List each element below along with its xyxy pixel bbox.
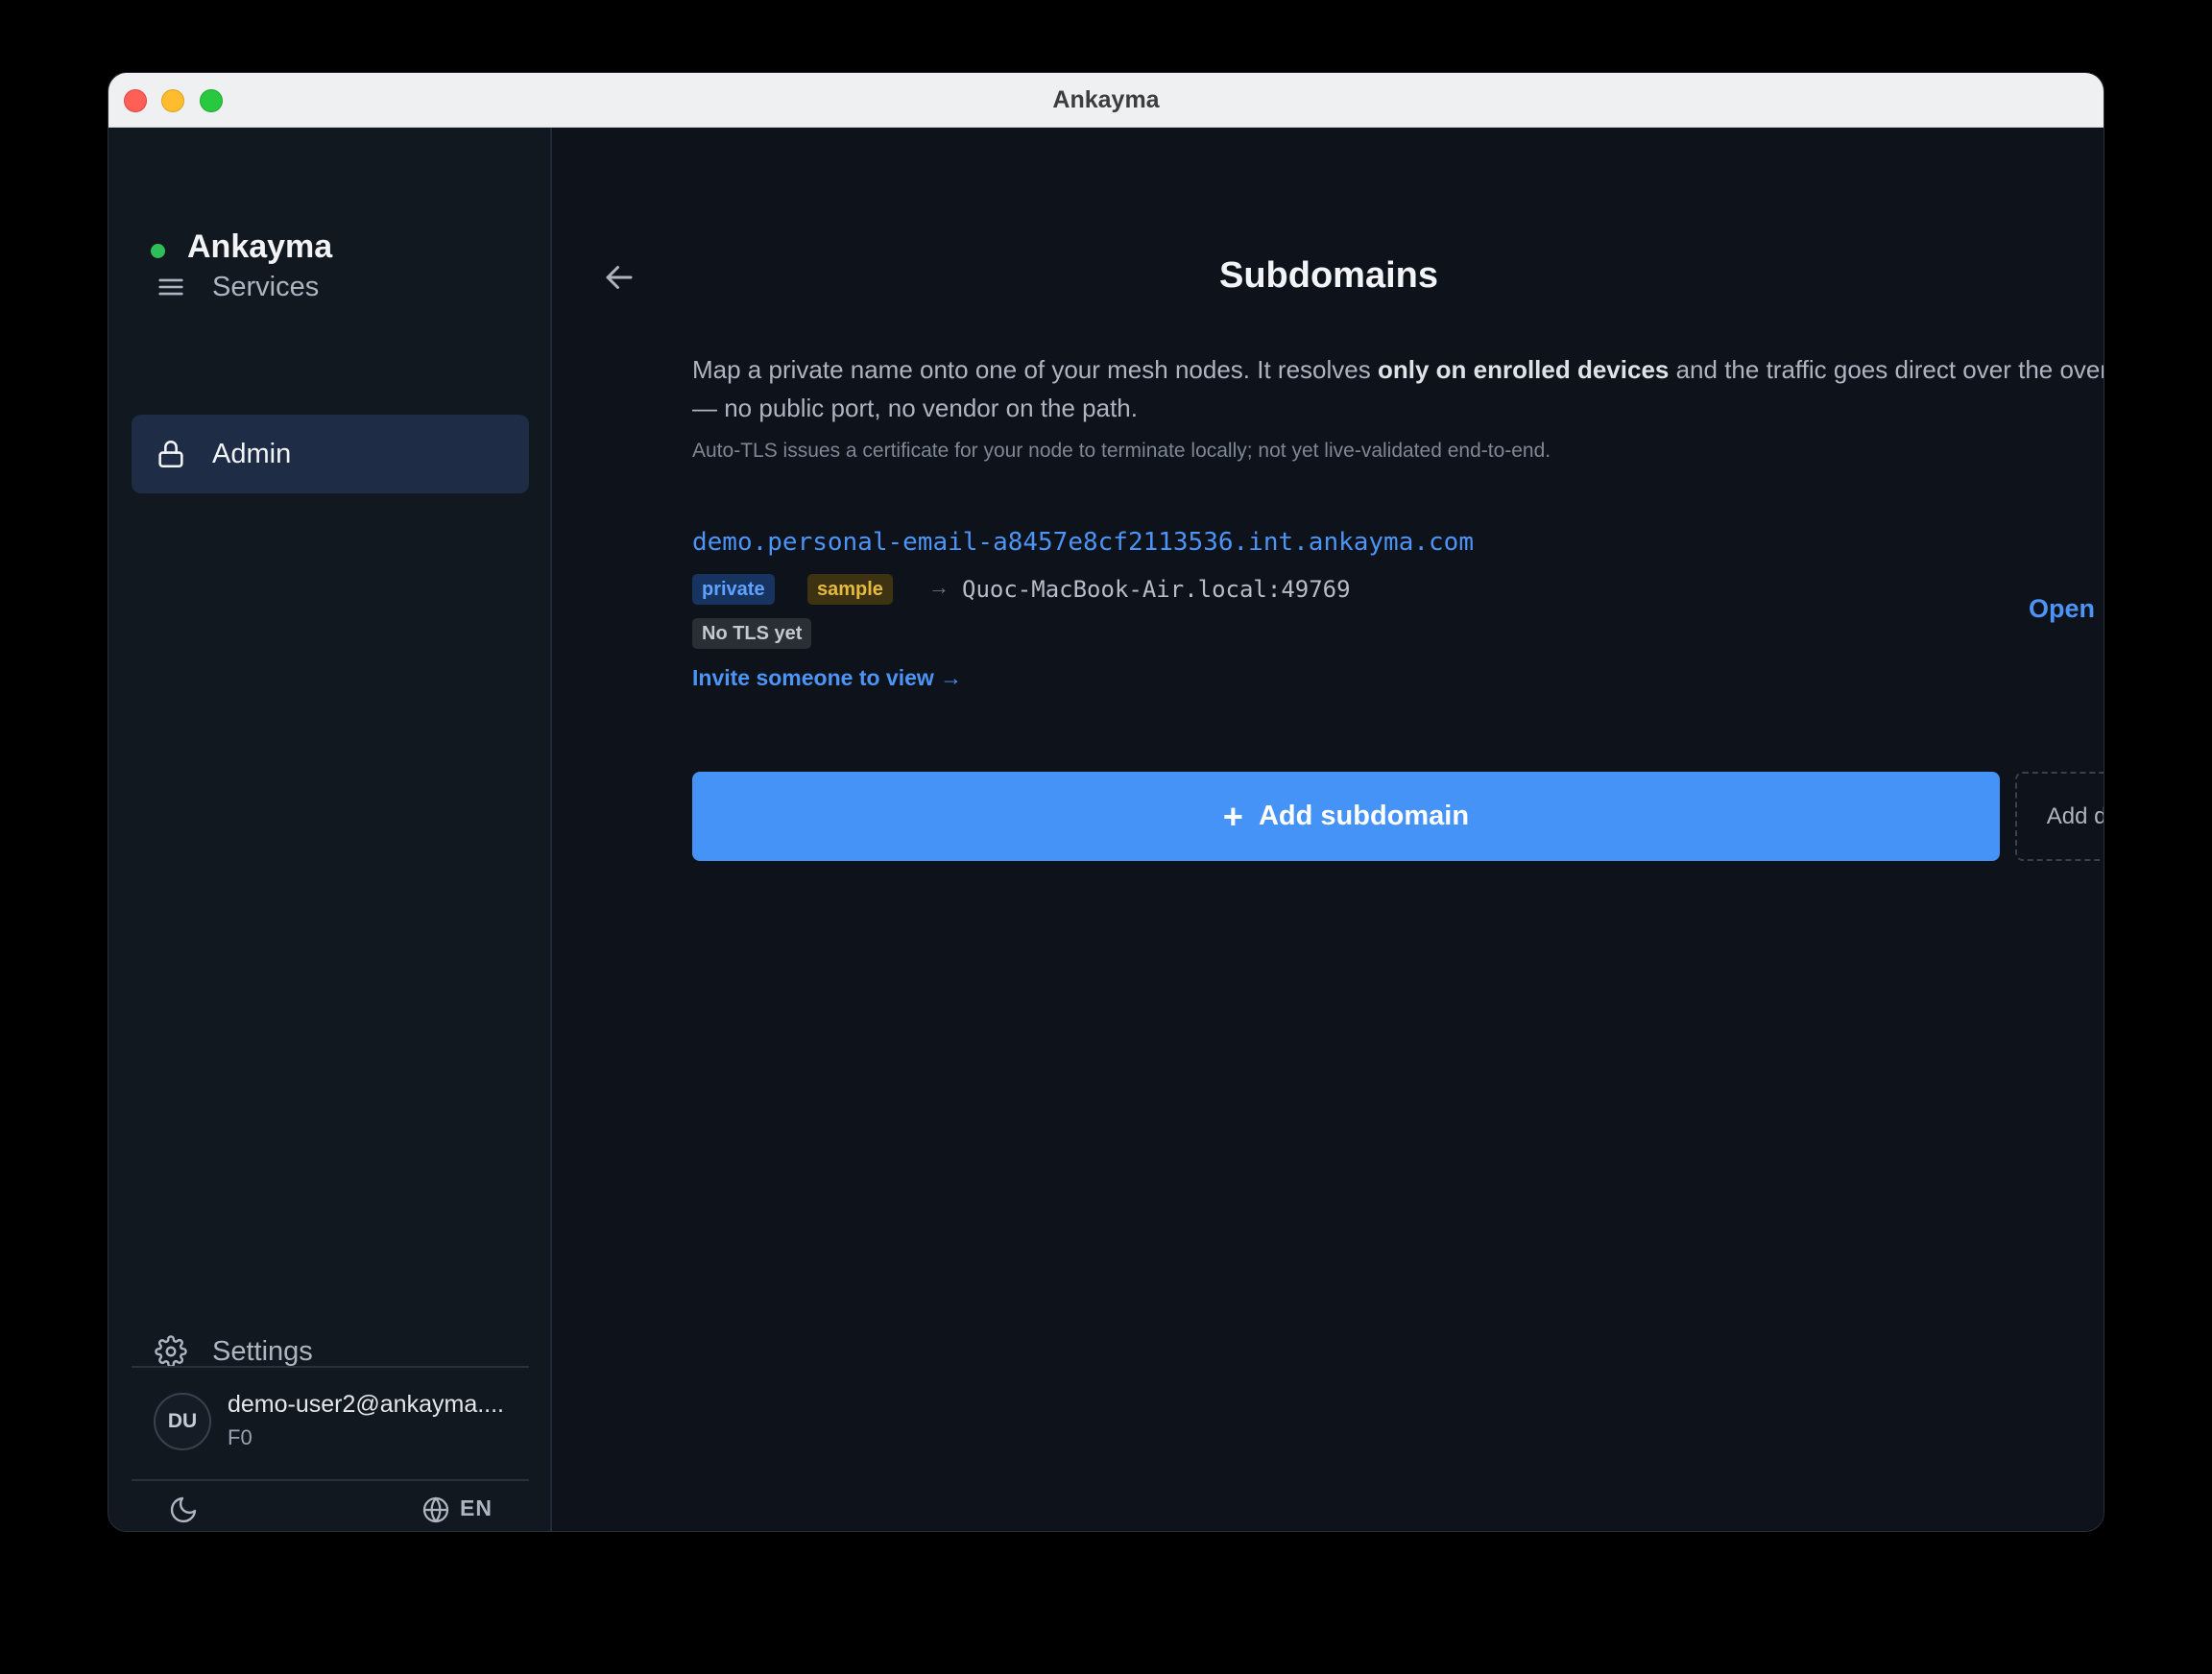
open-button[interactable]: Open (2029, 594, 2095, 624)
invite-link[interactable]: Invite someone to view → (692, 665, 962, 691)
divider (132, 1479, 529, 1481)
route-target: Quoc-MacBook-Air.local:49769 (962, 576, 1351, 603)
sidebar-item-label: Services (212, 271, 320, 302)
gear-icon (155, 1335, 187, 1368)
main-content: Subdomains Map a private name onto one o… (554, 128, 2104, 1531)
subdomain-host-link[interactable]: demo.personal-email-a8457e8cf2113536.int… (692, 528, 1474, 557)
plus-icon: + (1222, 796, 1243, 836)
avatar[interactable]: DU (154, 1393, 211, 1450)
app-window: Ankayma Ankayma Services Admin Settings … (108, 72, 2104, 1532)
sample-badge: sample (807, 574, 893, 605)
add-demo-button[interactable]: Add demo (2015, 772, 2104, 861)
add-subdomain-label: Add subdomain (1258, 801, 1470, 831)
intro-text: Map a private name onto one of your mesh… (692, 350, 2104, 427)
private-badge: private (692, 574, 775, 605)
sidebar-item-services[interactable]: Services (132, 248, 529, 326)
tls-status-badge: No TLS yet (692, 618, 812, 649)
tls-note: Auto-TLS issues a certificate for your n… (692, 440, 1551, 462)
language-selector[interactable]: EN (460, 1495, 493, 1521)
divider (132, 1366, 529, 1368)
title-bar: Ankayma (108, 73, 2104, 128)
menu-icon (158, 278, 183, 296)
sidebar-item-admin[interactable]: Admin (132, 415, 529, 493)
moon-icon[interactable] (168, 1495, 199, 1525)
intro-text-bold: only on enrolled devices (1377, 355, 1670, 384)
route-arrow-icon: → (928, 575, 950, 599)
user-email: demo-user2@ankayma.... (228, 1391, 505, 1418)
lock-icon (158, 441, 183, 468)
sidebar: Ankayma Services Admin Settings DU demo-… (108, 128, 552, 1531)
user-subtitle: F0 (228, 1425, 252, 1449)
globe-icon[interactable] (421, 1495, 451, 1525)
page-title: Subdomains (1218, 255, 1439, 296)
sidebar-item-label: Settings (212, 1335, 313, 1367)
window-title: Ankayma (1052, 86, 1160, 113)
sidebar-item-label: Admin (212, 438, 292, 469)
sidebar-item-settings[interactable]: Settings (132, 1312, 529, 1391)
add-subdomain-button[interactable]: + Add subdomain (692, 772, 2000, 861)
intro-text-part: Map a private name onto one of your mesh… (692, 355, 1378, 384)
